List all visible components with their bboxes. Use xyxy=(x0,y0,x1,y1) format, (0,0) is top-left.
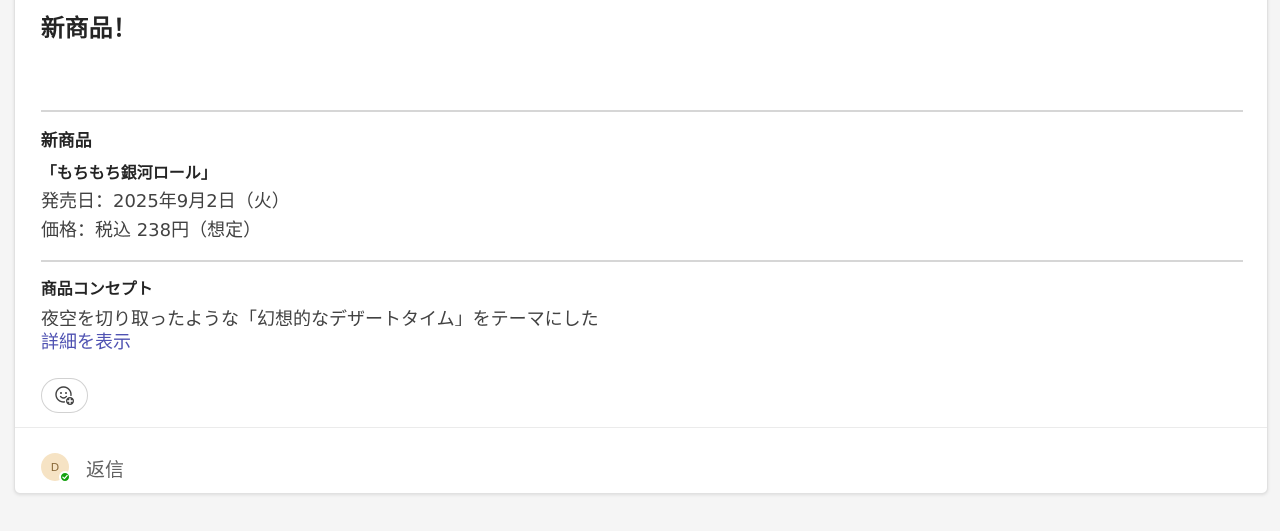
divider xyxy=(41,110,1243,112)
emoji-add-icon xyxy=(54,385,75,406)
add-reaction-button[interactable] xyxy=(41,378,88,413)
checkmark-icon xyxy=(62,474,68,480)
section-heading-concept: 商品コンセプト xyxy=(41,279,154,298)
avatar-initial: D xyxy=(50,460,60,474)
footer-divider xyxy=(15,427,1267,428)
concept-preview-text: 夜空を切り取ったような「幻想的なデザートタイム」をテーマにした xyxy=(41,309,599,326)
price: 価格：税込 238円（想定） xyxy=(41,220,262,241)
show-more-link[interactable]: 詳細を表示 xyxy=(41,328,131,354)
post-title: 新商品！ xyxy=(41,14,137,42)
section-heading-new-product: 新商品 xyxy=(41,131,92,151)
product-name: 「もちもち銀河ロール」 xyxy=(41,163,218,182)
divider xyxy=(41,260,1243,262)
reply-button[interactable]: 返信 xyxy=(86,455,124,482)
release-date: 発売日：2025年9月2日（火） xyxy=(41,191,290,212)
message-card: 新商品！ 新商品 「もちもち銀河ロール」 発売日：2025年9月2日（火） 価格… xyxy=(14,0,1268,494)
presence-available-icon xyxy=(59,471,71,483)
